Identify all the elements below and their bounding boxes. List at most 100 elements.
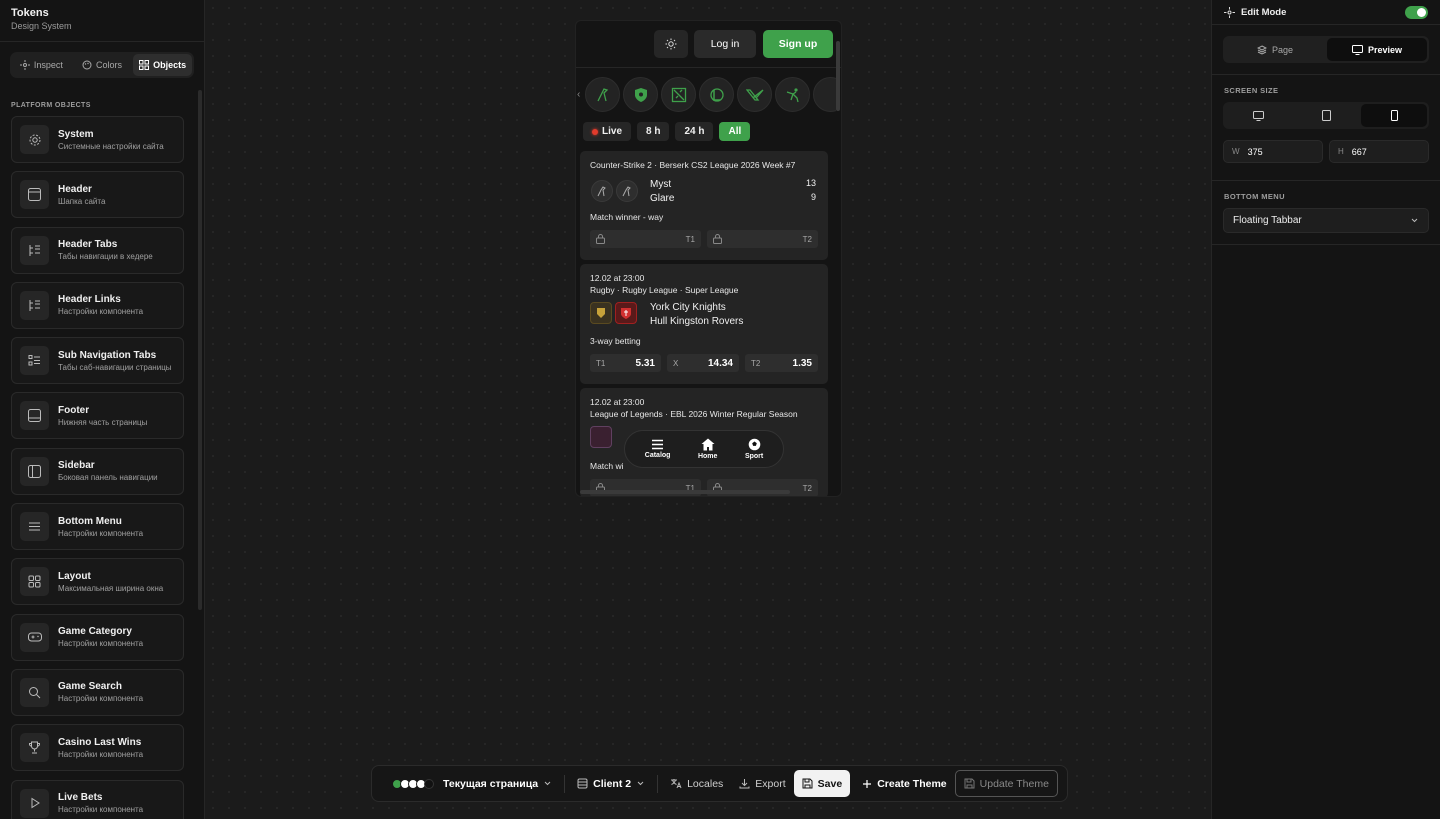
mobile-preview: Log in Sign up ‹ Live 8 h 24 h All Count… (575, 20, 842, 497)
sport-valorant-icon[interactable] (737, 77, 772, 112)
team-logo-icon (616, 180, 638, 202)
save-label: Save (817, 777, 843, 790)
object-title: Game Search (58, 681, 122, 693)
object-desc: Настройки компонента (58, 307, 144, 317)
object-item-game-category[interactable]: Game Category Настройки компонента (11, 613, 184, 661)
object-title: Layout (58, 570, 91, 582)
object-item-layout[interactable]: Layout Максимальная ширина окна (11, 558, 184, 606)
match-title: Rugby · Rugby League · Super League (590, 285, 739, 295)
bottom-menu-select[interactable]: Floating Tabbar (1223, 208, 1429, 233)
screen-mobile[interactable] (1361, 104, 1427, 127)
object-item-game-search[interactable]: Game Search Настройки компонента (11, 668, 184, 716)
object-item-header-tabs[interactable]: Header Tabs Табы навигации в хедере (11, 226, 184, 274)
dimension-inputs: W 375 H 667 (1223, 140, 1429, 163)
object-desc: Нижняя часть страницы (58, 417, 148, 427)
preview-scrollbar[interactable] (836, 41, 840, 111)
sport-dota-icon[interactable] (661, 77, 696, 112)
gamepad-icon (20, 622, 49, 652)
object-item-bottom-menu[interactable]: Bottom Menu Настройки компонента (11, 503, 184, 551)
tabbar-home-label: Home (697, 453, 718, 460)
object-item-live-bets[interactable]: Live Bets Настройки компонента (11, 779, 184, 819)
bottom-menu-value: Floating Tabbar (1233, 215, 1302, 226)
object-title: Casino Last Wins (58, 736, 142, 748)
width-input[interactable]: W 375 (1223, 140, 1323, 163)
object-item-casino-last-wins[interactable]: Casino Last Wins Настройки компонента (11, 724, 184, 772)
tab-objects[interactable]: Objects (133, 54, 193, 76)
home-icon (701, 438, 715, 451)
filter-24h[interactable]: 24 h (675, 122, 714, 141)
sport-more-icon[interactable] (813, 77, 836, 112)
filter-all[interactable]: All (719, 122, 751, 141)
tab-colors[interactable]: Colors (73, 54, 132, 76)
tab-page[interactable]: Page (1225, 38, 1325, 61)
odd-button-locked[interactable]: T2 (707, 479, 818, 496)
odd-button-locked[interactable]: T2 (707, 230, 818, 248)
odd-button-locked[interactable]: T1 (590, 479, 701, 496)
locales-button[interactable]: Locales (662, 770, 731, 797)
sport-lol-icon[interactable] (699, 77, 734, 112)
height-value: 667 (1351, 146, 1367, 157)
tab-colors-label: Colors (96, 60, 123, 70)
odd-button[interactable]: X 14.34 (667, 354, 739, 372)
sidebar-tabs: Inspect Colors Objects (10, 52, 194, 78)
sidebar-scrollbar[interactable] (198, 90, 202, 610)
match-card[interactable]: Counter-Strike 2 · Berserk CS2 League 20… (580, 151, 828, 260)
object-title: Sidebar (58, 460, 95, 472)
page-selector[interactable]: Текущая страница (384, 770, 560, 797)
theme-toggle-button[interactable] (654, 30, 688, 58)
tab-inspect[interactable]: Inspect (12, 54, 71, 76)
sport-cs-icon[interactable] (585, 77, 620, 112)
match-time: 12.02 at 23:00 (590, 273, 645, 283)
odd-button-locked[interactable]: T1 (590, 230, 701, 248)
sun-icon (665, 38, 677, 50)
save-icon (964, 778, 975, 789)
tabbar-home[interactable]: Home (698, 438, 717, 460)
chevron-left-icon[interactable]: ‹ (577, 89, 580, 100)
width-value: 375 (1247, 146, 1263, 157)
page-selector-label: Текущая страница (443, 777, 539, 790)
object-item-system[interactable]: System Системные настройки сайта (11, 116, 184, 163)
menu-icon (20, 512, 49, 542)
filter-8h[interactable]: 8 h (637, 122, 670, 141)
palette-icon (82, 60, 92, 70)
tab-preview[interactable]: Preview (1327, 38, 1427, 61)
tab-inspect-label: Inspect (33, 60, 63, 70)
edit-mode-toggle[interactable] (1405, 5, 1428, 19)
signup-button[interactable]: Sign up (763, 30, 833, 58)
gear-icon (20, 125, 49, 154)
screen-size-label: SCREEN SIZE (1224, 86, 1279, 95)
client-selector[interactable]: Client 2 (569, 770, 653, 797)
object-item-sub-navigation-tabs[interactable]: Sub Navigation Tabs Табы саб-навигации ст… (11, 337, 184, 385)
object-item-footer[interactable]: Footer Нижняя часть страницы (11, 392, 184, 440)
sidebar-layout-icon (20, 456, 49, 486)
screen-size-selector (1223, 102, 1429, 129)
divider (564, 774, 566, 793)
preview-horizontal-scrollbar[interactable] (580, 490, 790, 494)
odd-label: T2 (802, 483, 812, 493)
tabbar-catalog-label: Catalog (644, 452, 671, 459)
update-theme-button[interactable]: Update Theme (954, 770, 1058, 797)
login-button[interactable]: Log in (694, 30, 756, 58)
sport-shield-icon[interactable] (623, 77, 658, 112)
desktop-icon (1252, 110, 1264, 121)
screen-desktop[interactable] (1225, 104, 1291, 127)
search-icon (20, 677, 49, 707)
filter-live[interactable]: Live (583, 122, 632, 141)
object-item-sidebar[interactable]: Sidebar Боковая панель навигации (11, 447, 184, 495)
create-theme-button[interactable]: Create Theme (854, 770, 954, 797)
match-card[interactable]: 12.02 at 23:00 Rugby · Rugby League · Su… (580, 264, 828, 384)
object-item-header[interactable]: Header Шапка сайта (11, 171, 184, 219)
object-title: Header Links (58, 294, 121, 306)
list-checks-icon (20, 346, 49, 376)
export-button[interactable]: Export (731, 770, 793, 797)
tabbar-sport[interactable]: Sport (745, 438, 763, 460)
odd-button[interactable]: T2 1.35 (745, 354, 818, 372)
tabbar-catalog[interactable]: Catalog (644, 439, 671, 459)
screen-tablet[interactable] (1293, 104, 1359, 127)
save-button[interactable]: Save (793, 770, 851, 797)
height-input[interactable]: H 667 (1329, 140, 1429, 163)
object-item-header-links[interactable]: Header Links Настройки компонента (11, 281, 184, 329)
odd-button[interactable]: T1 5.31 (590, 354, 661, 372)
sport-handball-icon[interactable] (775, 77, 810, 112)
match-time: 12.02 at 23:00 (590, 397, 645, 407)
